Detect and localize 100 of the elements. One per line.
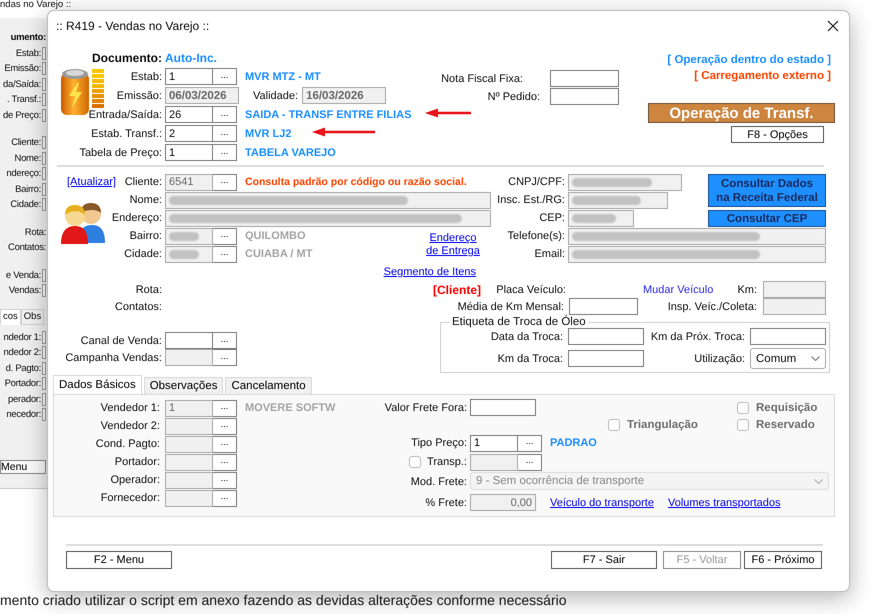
field-label: Estab. Transf.: (91, 128, 162, 140)
field-label: ndedor 2: (4, 347, 41, 358)
field-label: Bairro: (130, 230, 162, 242)
status-text: [ Carregamento externo ] (694, 69, 831, 84)
footer-button[interactable]: F7 - Sair (551, 551, 657, 569)
field-label: Estab: (16, 48, 41, 59)
field-label: perador: (8, 394, 41, 405)
input-field[interactable] (42, 167, 46, 180)
field-label: Rota: (24, 226, 46, 238)
field-label: e Venda: (6, 270, 41, 281)
input-field[interactable] (165, 332, 213, 349)
input-field[interactable] (568, 350, 644, 367)
tab[interactable]: Cancelamento (225, 377, 312, 394)
field-label: Média de Km Mensal: (458, 300, 565, 312)
input-field[interactable] (42, 182, 46, 196)
footer-button[interactable]: F6 - Próximo (744, 551, 822, 569)
field-label: da/Saída: (3, 78, 41, 90)
input-field[interactable] (42, 108, 46, 122)
lookup-description: SAIDA - TRANSF ENTRE FILIAS (245, 108, 412, 120)
input-field[interactable]: 1 (470, 434, 518, 452)
lookup-button[interactable]: ... (213, 125, 237, 142)
field-label: Km da Troca: (498, 352, 564, 364)
input-field[interactable] (42, 330, 46, 344)
segment-link[interactable]: Segmento de Itens (384, 266, 476, 278)
lookup-description: MVR MTZ - MT (245, 70, 321, 82)
options-button[interactable]: F8 - Opções (731, 126, 824, 143)
lookup-button[interactable]: ... (213, 106, 237, 123)
input-field[interactable] (568, 328, 644, 345)
menu-button[interactable]: Menu (0, 460, 46, 474)
input-field[interactable] (42, 392, 46, 406)
annotation-arrow (425, 108, 471, 118)
consult-button[interactable]: Consultar Dados na Receita Federal (708, 174, 826, 207)
lookup-button[interactable]: ... (213, 332, 237, 349)
input-field[interactable] (42, 136, 46, 150)
tab[interactable]: Observações (144, 377, 224, 394)
input-field[interactable] (42, 152, 46, 165)
input-field[interactable] (42, 198, 46, 212)
field-label: Email: (534, 248, 565, 260)
field-label: Vendas: (8, 285, 41, 296)
tab[interactable]: Obs (20, 308, 44, 324)
group-title: Etiqueta de Troca de Óleo (451, 316, 587, 328)
input-field[interactable] (550, 70, 619, 87)
change-vehicle-link[interactable]: Mudar Veículo (643, 284, 714, 296)
dropdown[interactable]: Comum (750, 348, 826, 369)
checkbox-label: Triangulação (627, 419, 698, 431)
lookup-description: MVR LJ2 (245, 128, 292, 140)
lookup-button[interactable]: ... (213, 68, 237, 85)
field-label: ndereço: (6, 168, 41, 180)
chevron-icon (814, 478, 823, 484)
input-field[interactable]: 1 (165, 144, 213, 161)
input-field[interactable] (470, 399, 536, 416)
document-value: Auto-Inc. (165, 50, 217, 64)
input-field[interactable] (42, 362, 46, 375)
input-field[interactable] (550, 88, 619, 105)
lookup-button[interactable]: ... (213, 144, 237, 161)
input-field[interactable]: 1 (165, 68, 213, 85)
tab[interactable]: cos (0, 308, 21, 324)
field-label: umento: (10, 32, 46, 44)
input-field[interactable] (569, 298, 638, 315)
field-label: Rota: (136, 284, 162, 296)
field-label: Vendedor 1: (100, 402, 160, 414)
close-icon[interactable] (827, 20, 839, 32)
transport-link[interactable]: Veículo do transporte (550, 496, 654, 508)
delivery-address-link[interactable]: Endereço de Entrega (424, 232, 482, 258)
refresh-link[interactable]: [Atualizar] (67, 176, 116, 188)
field-label: Canal de Venda: (80, 334, 162, 346)
field-label: Nome: (130, 194, 162, 206)
lookup-button[interactable]: ... (518, 434, 542, 452)
input-field[interactable] (750, 328, 826, 345)
lookup-description: MOVERE SOFTW (245, 402, 336, 414)
input-field[interactable] (42, 78, 46, 91)
transport-link[interactable]: Volumes transportados (668, 496, 780, 508)
field-label: Tipo Preço: (411, 437, 467, 449)
footer-button[interactable]: F2 - Menu (66, 551, 172, 569)
tab[interactable]: Dados Básicos (53, 375, 142, 394)
input-field[interactable] (42, 346, 46, 360)
field-label: Transp.: (427, 456, 467, 468)
input-field[interactable] (42, 93, 46, 106)
input-field[interactable] (42, 46, 46, 60)
field-label: Km: (737, 284, 758, 296)
input-field[interactable] (42, 284, 46, 298)
field-label: Cliente: (124, 176, 162, 188)
field-label: . Transf.: (7, 94, 41, 106)
field-label: Cliente: (11, 137, 41, 148)
field-label: Vendedor 2: (100, 420, 160, 432)
field-label: Nota Fiscal Fixa: (441, 72, 523, 84)
input-field[interactable]: 2 (165, 125, 213, 142)
lookup-description: TABELA VAREJO (245, 146, 336, 158)
input-field[interactable] (42, 377, 46, 390)
input-field[interactable] (42, 62, 46, 76)
input-field[interactable] (42, 268, 46, 282)
consult-button[interactable]: Consultar CEP (708, 210, 826, 227)
field-label: Emissão: (4, 63, 41, 74)
field-label: Portador: (4, 378, 41, 390)
input-field[interactable] (42, 408, 46, 422)
field-label: Nº Pedido: (488, 90, 540, 102)
input-field[interactable]: 26 (165, 106, 213, 123)
operation-banner: Operação de Transf. (648, 103, 835, 123)
field-label: Documento: (92, 50, 162, 64)
field-label: Endereço: (112, 212, 162, 224)
